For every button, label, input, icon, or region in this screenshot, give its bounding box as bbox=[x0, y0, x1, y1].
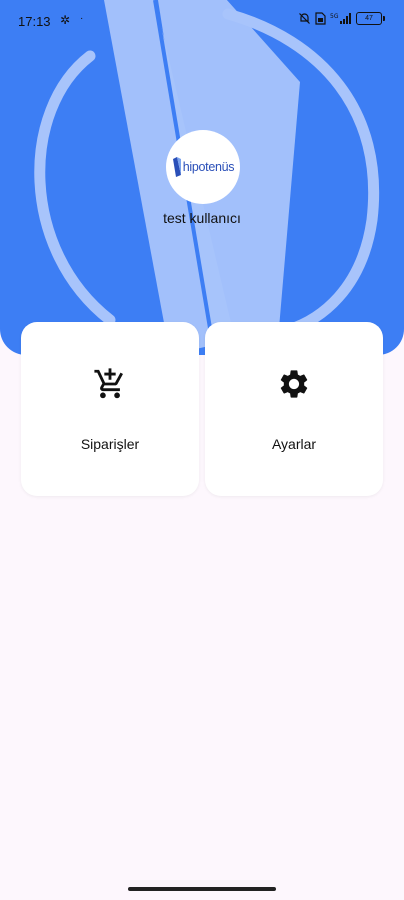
home-indicator[interactable] bbox=[128, 887, 276, 891]
profile-header: 17:13 ✲ · 5G 47 hipotenüs test kullanıcı bbox=[0, 0, 404, 355]
status-bar: 17:13 ✲ · 5G 47 bbox=[0, 0, 404, 44]
sim-card-icon bbox=[315, 12, 326, 25]
svg-text:5G: 5G bbox=[330, 13, 339, 20]
settings-label: Ayarlar bbox=[271, 436, 317, 452]
gear-icon bbox=[280, 370, 308, 398]
signal-icon: 5G bbox=[330, 13, 351, 24]
battery-icon: 47 bbox=[356, 12, 385, 25]
notification-dot: · bbox=[80, 13, 84, 24]
orders-label: Siparişler bbox=[80, 436, 140, 452]
orders-card[interactable]: Siparişler bbox=[21, 322, 199, 496]
mute-bell-icon bbox=[299, 13, 310, 24]
status-time: 17:13 bbox=[18, 14, 51, 29]
add-to-cart-icon bbox=[94, 368, 123, 399]
settings-card[interactable]: Ayarlar bbox=[205, 322, 383, 496]
logo-mark-icon bbox=[172, 157, 181, 177]
settings-gear-status-icon: ✲ bbox=[60, 13, 71, 27]
company-logo: hipotenüs bbox=[166, 130, 240, 204]
logo-text: hipotenüs bbox=[182, 160, 235, 174]
user-name: test kullanıcı bbox=[163, 210, 241, 226]
status-icons: 5G 47 bbox=[298, 12, 385, 25]
